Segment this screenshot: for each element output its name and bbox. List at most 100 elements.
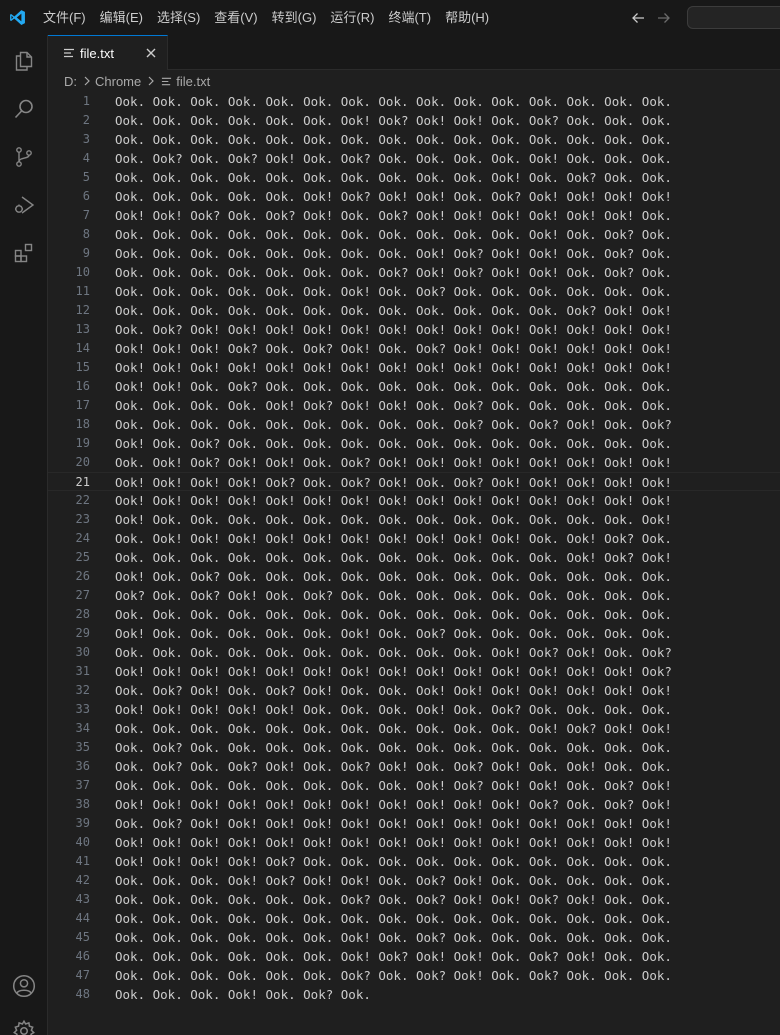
line-number: 2 xyxy=(82,113,90,127)
code-line[interactable]: 32 Ook. Ook? Ook! Ook. Ook? Ook! Ook. Ook… xyxy=(48,681,780,700)
code-line[interactable]: 16 Ook! Ook! Ook. Ook? Ook. Ook. Ook. Ook… xyxy=(48,377,780,396)
code-line[interactable]: 24 Ook. Ook! Ook! Ook! Ook! Ook! Ook! Ook… xyxy=(48,529,780,548)
gear-icon[interactable] xyxy=(0,1007,48,1035)
code-line[interactable]: 43 Ook. Ook. Ook. Ook. Ook. Ook. Ook? Ook… xyxy=(48,890,780,909)
code-line[interactable]: 38 Ook! Ook! Ook! Ook! Ook! Ook! Ook! Ook… xyxy=(48,795,780,814)
line-number: 5 xyxy=(82,170,90,184)
line-number: 16 xyxy=(75,379,90,393)
arrow-left-icon[interactable] xyxy=(628,8,648,28)
line-text: Ook. Ook. Ook. Ook. Ook. Ook. Ook. Ook. … xyxy=(115,645,672,660)
code-line[interactable]: 8 Ook. Ook. Ook. Ook. Ook. Ook. Ook. Ook.… xyxy=(48,225,780,244)
menu-view[interactable]: 查看(V) xyxy=(207,0,264,35)
code-line[interactable]: 48 Ook. Ook. Ook. Ook! Ook. Ook? Ook. xyxy=(48,985,780,1004)
line-text: Ook. Ook? Ook. Ook. Ook. Ook. Ook. Ook. … xyxy=(115,740,672,755)
code-line[interactable]: 31 Ook! Ook! Ook! Ook! Ook! Ook! Ook! Ook… xyxy=(48,662,780,681)
line-number: 29 xyxy=(75,626,90,640)
line-number: 21 xyxy=(75,475,90,489)
code-line[interactable]: 37 Ook. Ook. Ook. Ook. Ook. Ook. Ook. Ook… xyxy=(48,776,780,795)
code-line[interactable]: 3 Ook. Ook. Ook. Ook. Ook. Ook. Ook. Ook.… xyxy=(48,130,780,149)
breadcrumb-file[interactable]: file.txt xyxy=(176,74,210,89)
menu-run[interactable]: 运行(R) xyxy=(323,0,381,35)
code-line[interactable]: 11 Ook. Ook. Ook. Ook. Ook. Ook. Ook! Ook… xyxy=(48,282,780,301)
menu-go[interactable]: 转到(G) xyxy=(265,0,324,35)
code-line[interactable]: 27 Ook? Ook. Ook? Ook! Ook. Ook? Ook. Ook… xyxy=(48,586,780,605)
code-line[interactable]: 19 Ook! Ook. Ook? Ook. Ook. Ook. Ook. Ook… xyxy=(48,434,780,453)
code-line[interactable]: 7 Ook! Ook! Ook? Ook. Ook? Ook! Ook. Ook?… xyxy=(48,206,780,225)
files-icon[interactable] xyxy=(0,37,48,85)
line-text: Ook! Ook! Ook? Ook. Ook? Ook! Ook. Ook? … xyxy=(115,208,672,223)
code-line[interactable]: 18 Ook. Ook. Ook. Ook. Ook. Ook. Ook. Ook… xyxy=(48,415,780,434)
line-text: Ook. Ook. Ook. Ook. Ook. Ook. Ook. Ook. … xyxy=(115,721,672,736)
breadcrumb-folder[interactable]: Chrome xyxy=(95,74,141,89)
code-line[interactable]: 41 Ook! Ook! Ook! Ook! Ook? Ook. Ook. Ook… xyxy=(48,852,780,871)
code-line[interactable]: 15 Ook! Ook! Ook! Ook! Ook! Ook! Ook! Ook… xyxy=(48,358,780,377)
extensions-icon[interactable] xyxy=(0,229,48,277)
line-number: 12 xyxy=(75,303,90,317)
code-line[interactable]: 22 Ook! Ook! Ook! Ook! Ook! Ook! Ook! Ook… xyxy=(48,491,780,510)
code-line[interactable]: 12 Ook. Ook. Ook. Ook. Ook. Ook. Ook. Ook… xyxy=(48,301,780,320)
code-line[interactable]: 21 Ook! Ook! Ook! Ook! Ook? Ook. Ook? Ook… xyxy=(48,472,780,491)
line-number: 34 xyxy=(75,721,90,735)
code-line[interactable]: 4 Ook. Ook? Ook. Ook? Ook! Ook. Ook? Ook.… xyxy=(48,149,780,168)
source-control-icon[interactable] xyxy=(0,133,48,181)
editor-text-area[interactable]: 1 Ook. Ook. Ook. Ook. Ook. Ook. Ook. Ook.… xyxy=(48,92,780,1035)
line-number: 24 xyxy=(75,531,90,545)
code-line[interactable]: 5 Ook. Ook. Ook. Ook. Ook. Ook. Ook. Ook.… xyxy=(48,168,780,187)
code-line[interactable]: 9 Ook. Ook. Ook. Ook. Ook. Ook. Ook. Ook.… xyxy=(48,244,780,263)
code-line[interactable]: 45 Ook. Ook. Ook. Ook. Ook. Ook. Ook! Ook… xyxy=(48,928,780,947)
line-text: Ook! Ook. Ook? Ook. Ook. Ook. Ook. Ook. … xyxy=(115,569,672,584)
line-text: Ook. Ook? Ook. Ook? Ook! Ook. Ook? Ook! … xyxy=(115,759,672,774)
code-line[interactable]: 26 Ook! Ook. Ook? Ook. Ook. Ook. Ook. Ook… xyxy=(48,567,780,586)
code-line[interactable]: 17 Ook. Ook. Ook. Ook. Ook! Ook? Ook! Ook… xyxy=(48,396,780,415)
line-number: 10 xyxy=(75,265,90,279)
close-icon[interactable] xyxy=(143,45,159,61)
line-text: Ook. Ook. Ook. Ook. Ook. Ook! Ook? Ook! … xyxy=(115,189,672,204)
line-number: 4 xyxy=(82,151,90,165)
code-line[interactable]: 20 Ook. Ook! Ook? Ook! Ook! Ook. Ook? Ook… xyxy=(48,453,780,472)
code-line[interactable]: 46 Ook. Ook. Ook. Ook. Ook. Ook. Ook! Ook… xyxy=(48,947,780,966)
breadcrumb-drive[interactable]: D: xyxy=(64,74,77,89)
code-line[interactable]: 1 Ook. Ook. Ook. Ook. Ook. Ook. Ook. Ook.… xyxy=(48,92,780,111)
line-text: Ook. Ook. Ook. Ook. Ook. Ook. Ook. Ook. … xyxy=(115,246,672,261)
line-number: 15 xyxy=(75,360,90,374)
account-icon[interactable] xyxy=(0,962,48,1010)
code-line[interactable]: 2 Ook. Ook. Ook. Ook. Ook. Ook. Ook! Ook?… xyxy=(48,111,780,130)
code-line[interactable]: 44 Ook. Ook. Ook. Ook. Ook. Ook. Ook. Ook… xyxy=(48,909,780,928)
code-line[interactable]: 34 Ook. Ook. Ook. Ook. Ook. Ook. Ook. Ook… xyxy=(48,719,780,738)
line-text: Ook. Ook. Ook. Ook. Ook. Ook. Ook. Ook. … xyxy=(115,778,672,793)
run-debug-icon[interactable] xyxy=(0,181,48,229)
line-text: Ook! Ook! Ook! Ook! Ook! Ook! Ook! Ook! … xyxy=(115,493,672,508)
command-center-search[interactable] xyxy=(687,6,780,29)
code-line[interactable]: 47 Ook. Ook. Ook. Ook. Ook. Ook. Ook? Ook… xyxy=(48,966,780,985)
code-line[interactable]: 25 Ook. Ook. Ook. Ook. Ook. Ook. Ook. Ook… xyxy=(48,548,780,567)
code-line[interactable]: 6 Ook. Ook. Ook. Ook. Ook. Ook! Ook? Ook!… xyxy=(48,187,780,206)
menu-file[interactable]: 文件(F) xyxy=(36,0,93,35)
code-line[interactable]: 10 Ook. Ook. Ook. Ook. Ook. Ook. Ook. Ook… xyxy=(48,263,780,282)
code-line[interactable]: 28 Ook. Ook. Ook. Ook. Ook. Ook. Ook. Ook… xyxy=(48,605,780,624)
code-line[interactable]: 23 Ook! Ook. Ook. Ook. Ook. Ook. Ook. Ook… xyxy=(48,510,780,529)
code-line[interactable]: 30 Ook. Ook. Ook. Ook. Ook. Ook. Ook. Ook… xyxy=(48,643,780,662)
code-line[interactable]: 36 Ook. Ook? Ook. Ook? Ook! Ook. Ook? Ook… xyxy=(48,757,780,776)
arrow-right-icon[interactable] xyxy=(654,8,674,28)
menu-terminal[interactable]: 终端(T) xyxy=(381,0,438,35)
chevron-right-icon xyxy=(83,76,91,86)
line-number: 25 xyxy=(75,550,90,564)
line-number: 9 xyxy=(82,246,90,260)
tab-file-txt[interactable]: file.txt xyxy=(48,35,168,70)
code-line[interactable]: 35 Ook. Ook? Ook. Ook. Ook. Ook. Ook. Ook… xyxy=(48,738,780,757)
code-line[interactable]: 14 Ook! Ook! Ook! Ook? Ook. Ook? Ook! Ook… xyxy=(48,339,780,358)
line-text: Ook. Ook. Ook. Ook. Ook. Ook. Ook? Ook. … xyxy=(115,968,672,983)
code-line[interactable]: 40 Ook! Ook! Ook! Ook! Ook! Ook! Ook! Ook… xyxy=(48,833,780,852)
code-line[interactable]: 33 Ook! Ook! Ook! Ook! Ook! Ook. Ook. Ook… xyxy=(48,700,780,719)
code-line[interactable]: 39 Ook. Ook? Ook! Ook! Ook! Ook! Ook! Ook… xyxy=(48,814,780,833)
menu-selection[interactable]: 选择(S) xyxy=(150,0,207,35)
menu-edit[interactable]: 编辑(E) xyxy=(93,0,150,35)
line-number: 46 xyxy=(75,949,90,963)
line-text: Ook. Ook. Ook. Ook! Ook. Ook? Ook. xyxy=(115,987,371,1002)
code-line[interactable]: 42 Ook. Ook. Ook. Ook! Ook? Ook! Ook! Ook… xyxy=(48,871,780,890)
code-line[interactable]: 29 Ook! Ook. Ook. Ook. Ook. Ook. Ook! Ook… xyxy=(48,624,780,643)
code-line[interactable]: 13 Ook. Ook? Ook! Ook! Ook! Ook! Ook! Ook… xyxy=(48,320,780,339)
menu-help[interactable]: 帮助(H) xyxy=(438,0,496,35)
search-icon[interactable] xyxy=(0,85,48,133)
line-text: Ook. Ook. Ook. Ook. Ook. Ook. Ook! Ook? … xyxy=(115,949,672,964)
